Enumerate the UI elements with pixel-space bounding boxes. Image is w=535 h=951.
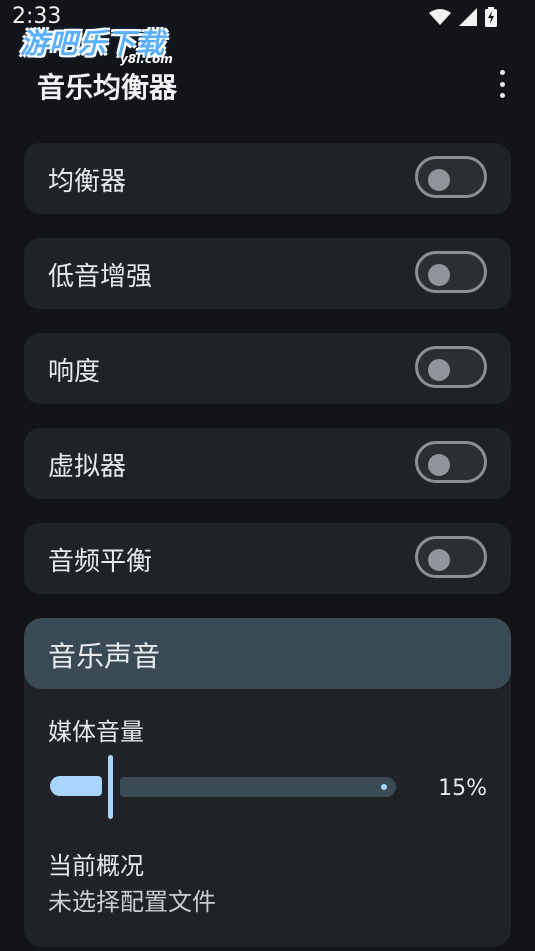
current-profile-value: 未选择配置文件 (48, 888, 216, 916)
equalizer-label: 均衡器 (48, 167, 127, 197)
switch-knob (428, 264, 450, 286)
bass-boost-switch[interactable] (415, 251, 487, 293)
audio-balance-label: 音频平衡 (48, 547, 153, 577)
volume-percent: 15% (438, 776, 487, 801)
audio-balance-switch[interactable] (415, 536, 487, 578)
switch-knob (428, 359, 450, 381)
music-sound-panel: 音乐声音 媒体音量 15% 当前概况 未选择配置文件 (24, 618, 511, 947)
equalizer-switch[interactable] (415, 156, 487, 198)
loudness-toggle-row[interactable]: 响度 (24, 333, 511, 404)
bass-boost-label: 低音增强 (48, 262, 153, 292)
virtualizer-toggle-row[interactable]: 虚拟器 (24, 428, 511, 499)
music-sound-title: 音乐声音 (48, 640, 161, 673)
music-sound-header[interactable]: 音乐声音 (24, 618, 511, 689)
switch-knob (428, 169, 450, 191)
slider-inactive-track (120, 777, 396, 797)
loudness-switch[interactable] (415, 346, 487, 388)
more-vert-icon[interactable] (492, 70, 512, 98)
virtualizer-switch[interactable] (415, 441, 487, 483)
equalizer-toggle-row[interactable]: 均衡器 (24, 143, 511, 214)
current-profile-label: 当前概况 (48, 852, 144, 880)
switch-knob (428, 549, 450, 571)
slider-active-track (50, 776, 102, 796)
wifi-icon (429, 9, 451, 25)
media-volume-slider[interactable] (48, 755, 400, 819)
virtualizer-label: 虚拟器 (48, 452, 127, 482)
slider-end-dot (381, 784, 387, 790)
slider-thumb[interactable] (108, 755, 113, 819)
switch-knob (428, 454, 450, 476)
signal-icon (459, 8, 477, 26)
media-volume-label: 媒体音量 (48, 718, 144, 746)
battery-charging-icon (485, 7, 497, 27)
watermark-url: y8l.com (120, 52, 173, 66)
bass-boost-toggle-row[interactable]: 低音增强 (24, 238, 511, 309)
page-title: 音乐均衡器 (37, 71, 178, 104)
loudness-label: 响度 (48, 357, 101, 387)
status-icons (429, 7, 497, 27)
audio-balance-toggle-row[interactable]: 音频平衡 (24, 523, 511, 594)
